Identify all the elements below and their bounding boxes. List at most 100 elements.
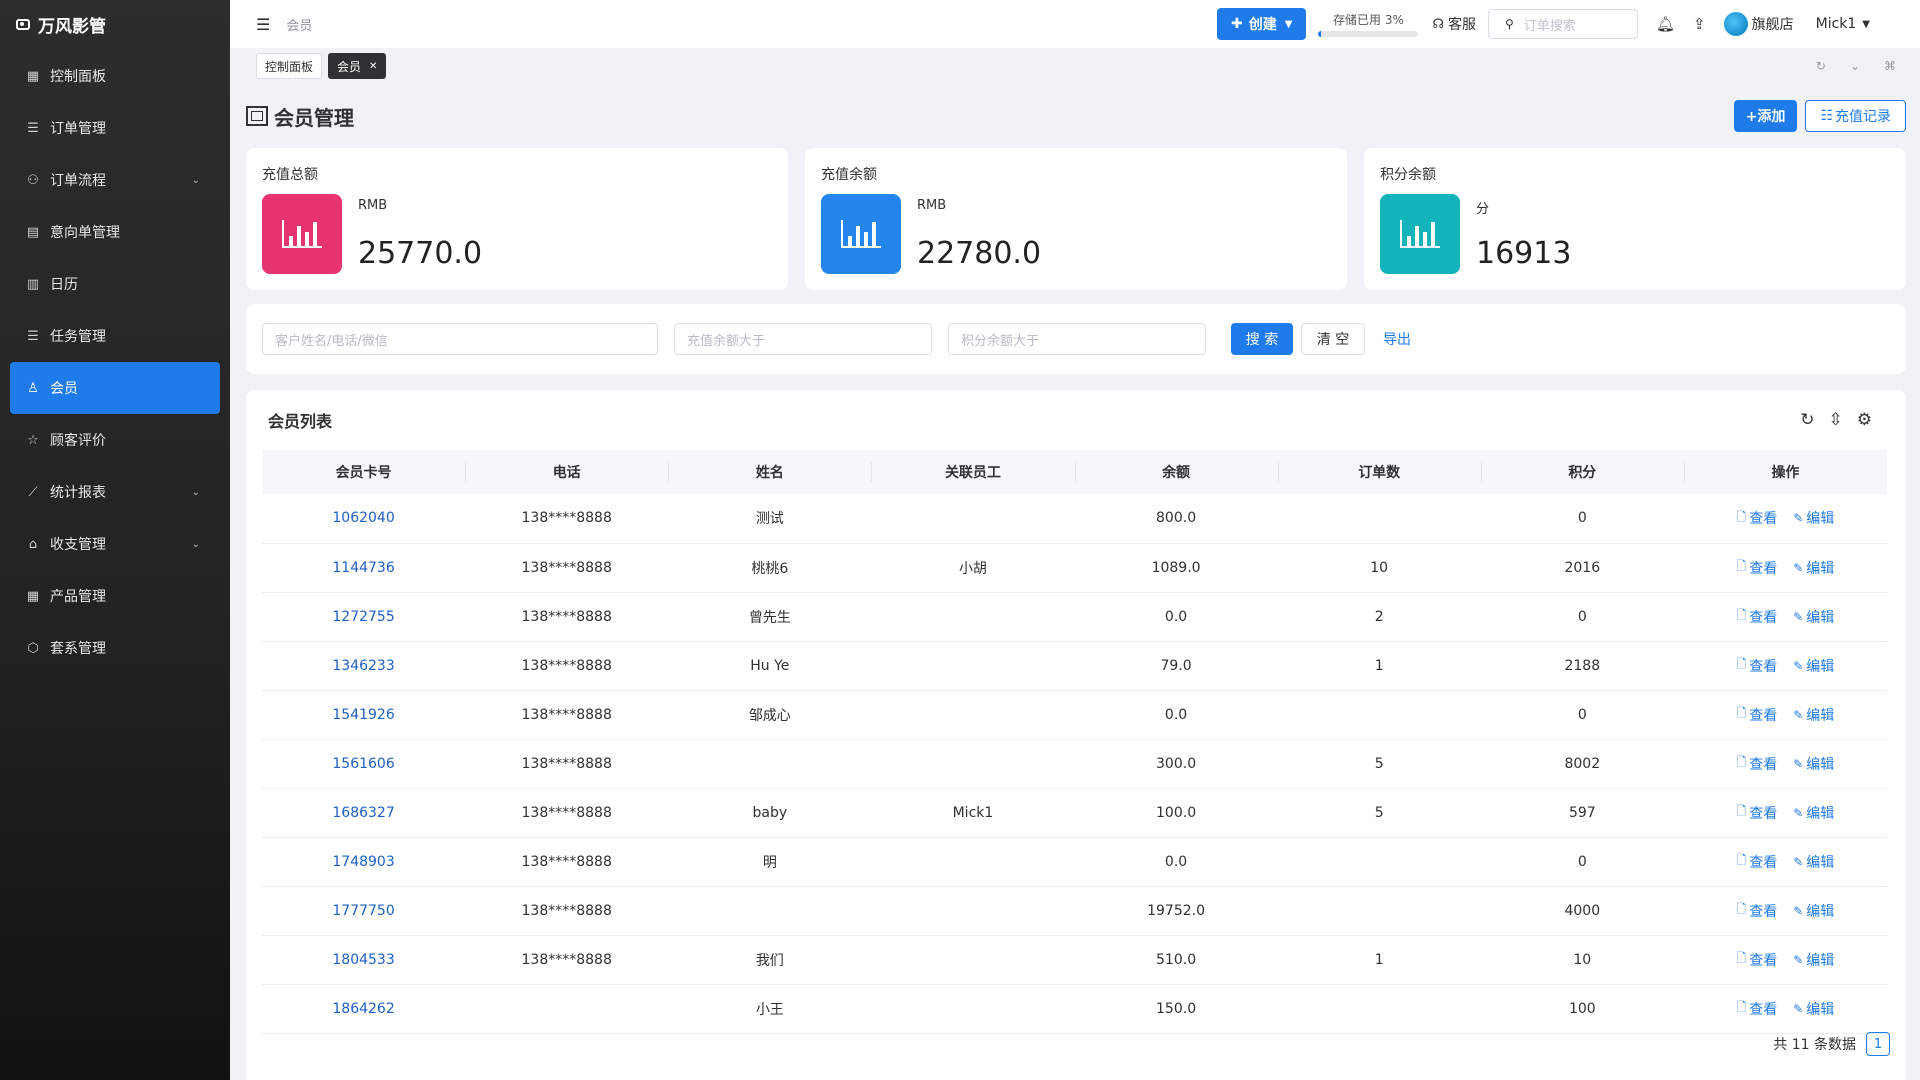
edit-button[interactable]: ✎ 编辑 bbox=[1793, 802, 1834, 823]
close-icon[interactable]: ✕ bbox=[369, 61, 377, 72]
stat-title: 积分余额 bbox=[1380, 167, 1436, 183]
export-link[interactable]: 导出 bbox=[1383, 329, 1411, 349]
member-card-link[interactable]: 1062040 bbox=[262, 494, 465, 543]
table-row: 1272755 138****8888 曾先生 0.0 2 0 🗋︎ 查看 ✎ 编辑 bbox=[262, 592, 1887, 641]
view-label: 查看 bbox=[1749, 952, 1778, 969]
menu-item-icon: ▤ bbox=[26, 224, 40, 240]
view-button[interactable]: 🗋︎ 查看 bbox=[1737, 998, 1778, 1019]
member-card-link[interactable]: 1272755 bbox=[262, 592, 465, 641]
tab-members[interactable]: 会员 ✕ bbox=[328, 53, 387, 79]
bell-icon[interactable]: 🔔︎ bbox=[1656, 15, 1675, 33]
add-member-button[interactable]: +添加 bbox=[1733, 100, 1798, 132]
cell-phone: 138****8888 bbox=[521, 804, 612, 821]
balance-filter-input[interactable]: 充值余额大于 bbox=[674, 323, 932, 355]
cell-actions: 🗋︎ 查看 ✎ 编辑 bbox=[1684, 690, 1887, 739]
sidebar-item-10[interactable]: ▦ 产品管理 bbox=[0, 570, 230, 622]
search-button[interactable]: 搜 索 bbox=[1231, 323, 1293, 355]
member-card-link[interactable]: 1686327 bbox=[262, 788, 465, 837]
user-menu[interactable]: Mick1 ▼ bbox=[1816, 16, 1870, 32]
recharge-records-button[interactable]: ☷ 充值记录 bbox=[1805, 100, 1906, 132]
app-logo[interactable]: 万风影管 bbox=[0, 0, 230, 48]
sidebar-item-9[interactable]: ⌂ 收支管理 ⌄ bbox=[0, 518, 230, 570]
create-button[interactable]: ✚ 创建 ▼ bbox=[1217, 8, 1307, 40]
view-button[interactable]: 🗋︎ 查看 bbox=[1737, 655, 1778, 676]
edit-button[interactable]: ✎ 编辑 bbox=[1793, 655, 1834, 676]
upload-icon[interactable]: ⇪ bbox=[1693, 15, 1706, 33]
view-button[interactable]: 🗋︎ 查看 bbox=[1737, 508, 1778, 529]
member-card-link[interactable]: 1144736 bbox=[262, 543, 465, 592]
sidebar-item-4[interactable]: ▥ 日历 bbox=[0, 258, 230, 310]
sidebar-item-11[interactable]: ⬡ 套系管理 bbox=[0, 622, 230, 674]
cell-staff bbox=[871, 837, 1074, 886]
cell-points: 2188 bbox=[1564, 657, 1601, 674]
sidebar-item-3[interactable]: ▤ 意向单管理 bbox=[0, 206, 230, 258]
document-icon: 🗋︎ bbox=[1736, 657, 1747, 671]
refresh-icon[interactable]: ↻ bbox=[1800, 410, 1814, 430]
menu-toggle-icon[interactable]: ☰ bbox=[256, 15, 270, 34]
edit-icon: ✎ bbox=[1793, 854, 1804, 869]
sidebar-item-7[interactable]: ☆ 顾客评价 bbox=[0, 414, 230, 466]
shop-name[interactable]: 旗舰店 bbox=[1752, 14, 1794, 34]
document-icon: 🗋︎ bbox=[1736, 706, 1747, 720]
sidebar-item-2[interactable]: ⚇ 订单流程 ⌄ bbox=[0, 154, 230, 206]
sidebar-item-5[interactable]: ☰ 任务管理 bbox=[0, 310, 230, 362]
menu-item-icon: ▦ bbox=[26, 68, 40, 84]
page-number[interactable]: 1 bbox=[1866, 1032, 1890, 1056]
view-button[interactable]: 🗋︎ 查看 bbox=[1737, 606, 1778, 627]
customer-search-input[interactable]: 客户姓名/电话/微信 bbox=[262, 323, 658, 355]
edit-button[interactable]: ✎ 编辑 bbox=[1793, 753, 1834, 774]
view-button[interactable]: 🗋︎ 查看 bbox=[1737, 802, 1778, 823]
member-card-link[interactable]: 1561606 bbox=[262, 739, 465, 788]
points-filter-input[interactable]: 积分余额大于 bbox=[948, 323, 1206, 355]
view-button[interactable]: 🗋︎ 查看 bbox=[1737, 900, 1778, 921]
sidebar-item-8[interactable]: ⟋ 统计报表 ⌄ bbox=[0, 466, 230, 518]
edit-button[interactable]: ✎ 编辑 bbox=[1793, 998, 1834, 1019]
edit-button[interactable]: ✎ 编辑 bbox=[1793, 851, 1834, 872]
cell-points: 0 bbox=[1577, 853, 1587, 870]
view-button[interactable]: 🗋︎ 查看 bbox=[1737, 704, 1778, 725]
sidebar-item-1[interactable]: ☰ 订单管理 bbox=[0, 102, 230, 154]
tab-tools: ↻ ⌄ ⌘ bbox=[1792, 59, 1896, 73]
menu-item-icon: ⬡ bbox=[27, 640, 39, 656]
breadcrumb[interactable]: 会员 bbox=[286, 15, 312, 34]
edit-label: 编辑 bbox=[1806, 609, 1835, 626]
cell-phone bbox=[465, 984, 668, 1033]
edit-button[interactable]: ✎ 编辑 bbox=[1793, 557, 1834, 578]
sidebar-item-0[interactable]: ▦ 控制面板 bbox=[0, 50, 230, 102]
clear-button[interactable]: 清 空 bbox=[1301, 323, 1365, 355]
storage-label: 存储已用 3% bbox=[1333, 13, 1404, 27]
view-button[interactable]: 🗋︎ 查看 bbox=[1737, 949, 1778, 970]
tab-label: 会员 bbox=[337, 59, 362, 74]
member-card-link[interactable]: 1541926 bbox=[262, 690, 465, 739]
member-card-link[interactable]: 1864262 bbox=[262, 984, 465, 1033]
service-button[interactable]: ☊ 客服 bbox=[1432, 14, 1476, 34]
chevron-down-icon[interactable]: ⌄ bbox=[1850, 59, 1860, 73]
member-card-link[interactable]: 1777750 bbox=[262, 886, 465, 935]
edit-button[interactable]: ✎ 编辑 bbox=[1793, 508, 1834, 529]
sidebar-item-6[interactable]: ♙ 会员 bbox=[10, 362, 220, 414]
member-card-link[interactable]: 1748903 bbox=[262, 837, 465, 886]
tab-dashboard[interactable]: 控制面板 bbox=[256, 53, 323, 79]
menu-item-icon: ⟋ bbox=[28, 484, 38, 500]
edit-button[interactable]: ✎ 编辑 bbox=[1793, 949, 1834, 970]
column-height-icon[interactable]: ⇳ bbox=[1829, 410, 1843, 430]
page-title: 会员管理 bbox=[246, 102, 354, 131]
stat-value: 16913 bbox=[1476, 236, 1572, 271]
document-icon: 🗋︎ bbox=[1736, 951, 1747, 965]
edit-button[interactable]: ✎ 编辑 bbox=[1793, 606, 1834, 627]
view-button[interactable]: 🗋︎ 查看 bbox=[1737, 851, 1778, 872]
table-row: 1541926 138****8888 邹成心 0.0 0 🗋︎ 查看 ✎ 编辑 bbox=[262, 690, 1887, 739]
refresh-icon[interactable]: ↻ bbox=[1816, 59, 1826, 73]
member-card-link[interactable]: 1804533 bbox=[262, 935, 465, 984]
member-card-link[interactable]: 1346233 bbox=[262, 641, 465, 690]
shop-avatar[interactable] bbox=[1723, 12, 1748, 36]
service-label: 客服 bbox=[1447, 17, 1476, 33]
view-button[interactable]: 🗋︎ 查看 bbox=[1737, 557, 1778, 578]
edit-button[interactable]: ✎ 编辑 bbox=[1793, 704, 1834, 725]
cell-orders: 5 bbox=[1374, 804, 1384, 821]
gear-icon[interactable]: ⚙ bbox=[1857, 410, 1872, 430]
view-button[interactable]: 🗋︎ 查看 bbox=[1737, 753, 1778, 774]
order-search-input[interactable]: ⚲ 订单搜索 bbox=[1487, 9, 1638, 39]
edit-button[interactable]: ✎ 编辑 bbox=[1793, 900, 1834, 921]
fullscreen-icon[interactable]: ⌘ bbox=[1884, 59, 1896, 73]
